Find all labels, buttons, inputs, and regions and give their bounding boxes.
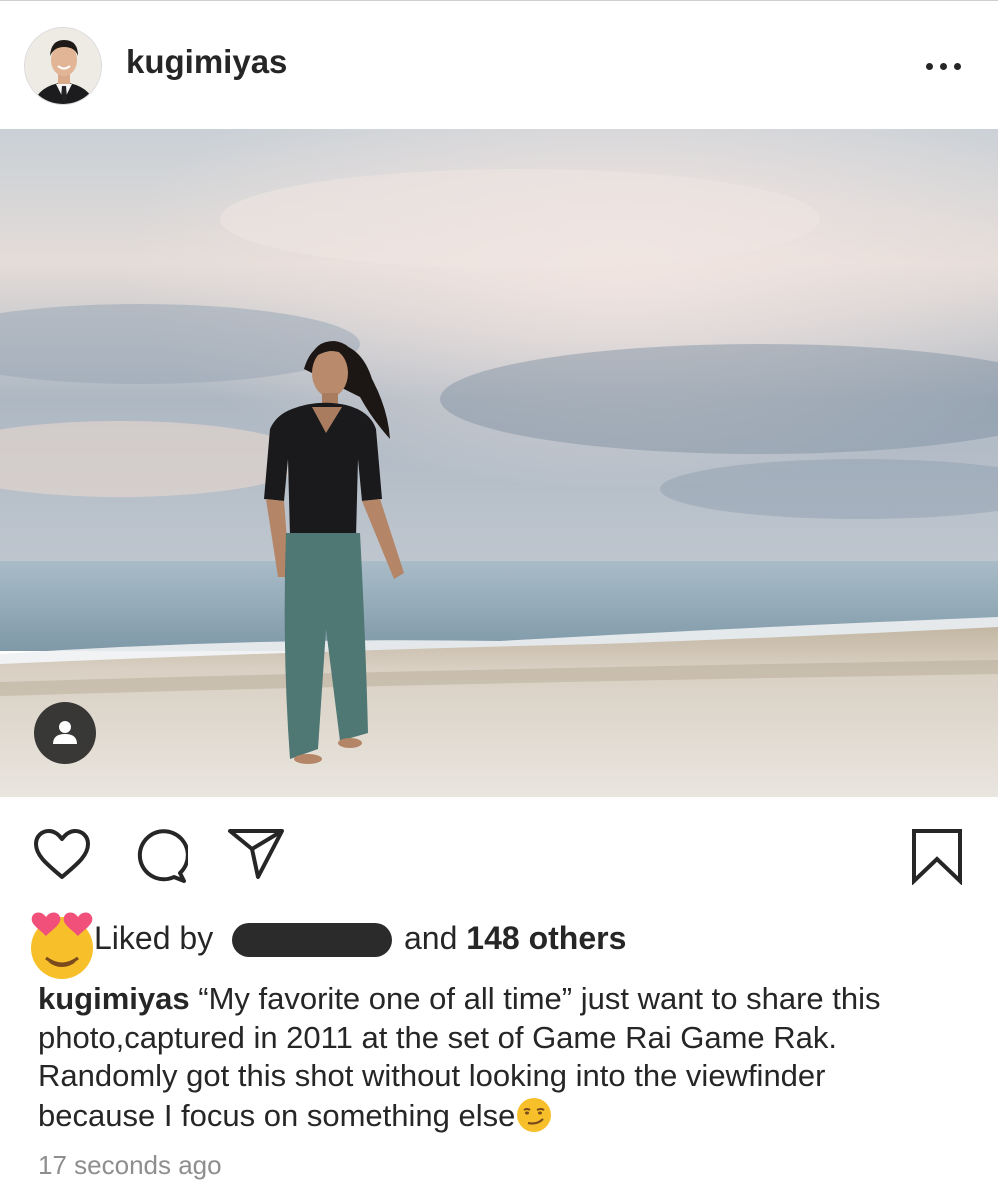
comment-icon[interactable] [130, 827, 188, 883]
bookmark-icon[interactable] [910, 827, 964, 885]
liked-by-label: Liked by [94, 920, 214, 956]
more-options-icon[interactable] [922, 51, 966, 81]
caption-username[interactable]: kugimiyas [38, 981, 190, 1016]
likes-count[interactable]: and 148 others [404, 920, 626, 957]
smirking-face-emoji [517, 1097, 552, 1132]
likes-and-word: and [404, 920, 458, 956]
likes-row: Liked by and 148 others [0, 902, 998, 982]
likes-count-text[interactable]: 148 others [466, 920, 626, 956]
share-icon[interactable] [226, 827, 286, 881]
heart-icon[interactable] [32, 827, 92, 883]
heart-eyes-emoji [31, 912, 93, 979]
post-photo[interactable] [0, 129, 998, 797]
post-header: kugimiyas [0, 1, 998, 129]
user-tag-icon[interactable] [34, 702, 96, 764]
redacted-username [232, 923, 392, 957]
avatar[interactable] [24, 27, 102, 105]
beach-photo [0, 129, 998, 797]
post-timestamp: 17 seconds ago [38, 1150, 222, 1180]
avatar-image [25, 28, 101, 104]
post-caption: kugimiyas “My favorite one of all time” … [38, 980, 948, 1135]
post-username[interactable]: kugimiyas [126, 43, 287, 81]
post-actions [0, 797, 998, 897]
